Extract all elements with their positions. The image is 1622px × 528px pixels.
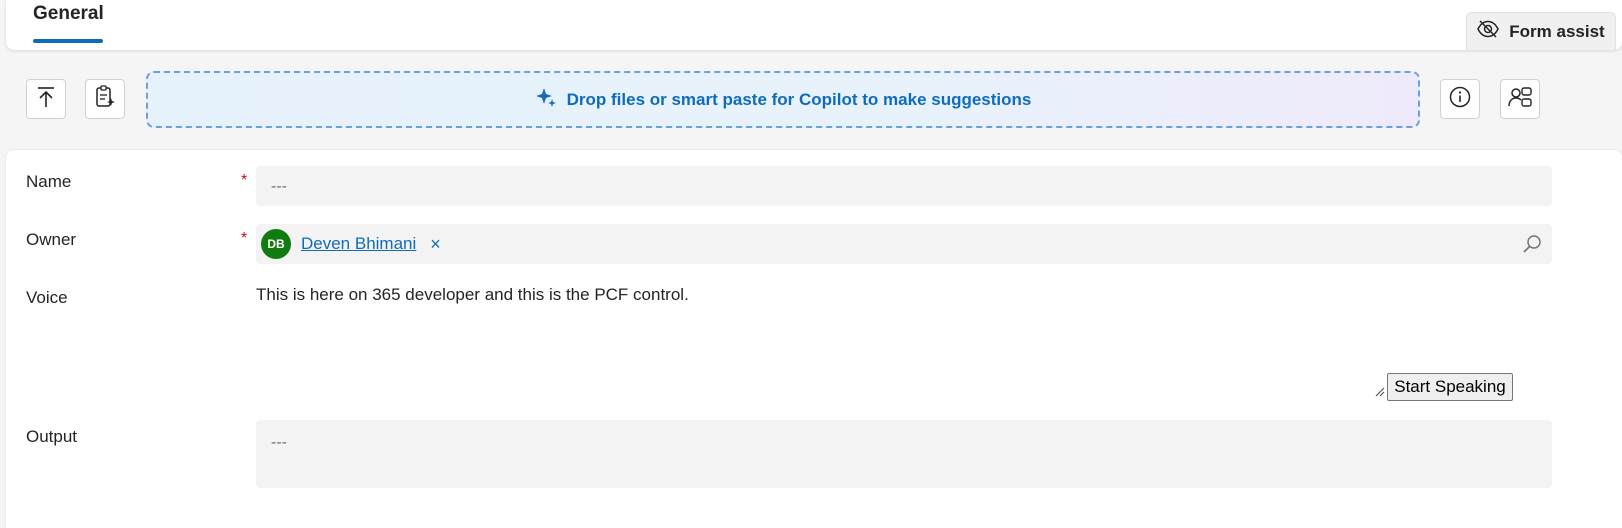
name-label: Name <box>26 172 72 191</box>
output-placeholder: --- <box>271 434 287 451</box>
tab-bar: General <box>6 0 1622 50</box>
owner-label: Owner <box>26 230 77 249</box>
owner-persona: DB Deven Bhimani × <box>261 228 441 260</box>
sparkle-icon <box>535 86 557 113</box>
owner-lookup-field[interactable]: DB Deven Bhimani × <box>256 224 1552 264</box>
owner-name-link[interactable]: Deven Bhimani <box>301 234 416 254</box>
output-field[interactable]: --- <box>256 420 1552 488</box>
owner-required-mark: * <box>241 230 248 247</box>
tab-active-indicator <box>33 39 103 43</box>
name-field[interactable]: --- <box>256 166 1552 206</box>
search-icon[interactable] <box>1522 234 1542 259</box>
share-button[interactable] <box>1500 79 1540 119</box>
name-placeholder: --- <box>271 178 287 195</box>
tab-general[interactable]: General <box>33 3 104 25</box>
voice-label: Voice <box>26 288 68 307</box>
info-icon <box>1449 86 1471 113</box>
copilot-dropzone[interactable]: Drop files or smart paste for Copilot to… <box>146 71 1420 128</box>
name-required-mark: * <box>241 172 248 189</box>
smart-paste-button[interactable] <box>85 79 125 119</box>
start-speaking-button[interactable]: Start Speaking <box>1387 373 1513 401</box>
form-card: Name * --- Owner * DB Deven Bhimani × Vo… <box>6 150 1622 528</box>
remove-owner-icon[interactable]: × <box>430 234 441 255</box>
output-label: Output <box>26 427 78 446</box>
resize-handle-icon[interactable] <box>1375 384 1385 402</box>
people-settings-icon <box>1508 86 1532 113</box>
voice-transcript[interactable]: This is here on 365 developer and this i… <box>256 285 689 305</box>
upload-button[interactable] <box>26 79 66 119</box>
avatar: DB <box>261 229 291 259</box>
dropzone-text: Drop files or smart paste for Copilot to… <box>566 89 1032 109</box>
eye-off-icon <box>1477 20 1500 43</box>
arrow-up-to-line-icon <box>36 86 56 113</box>
form-assist-label: Form assist <box>1509 21 1605 41</box>
form-assist-button[interactable]: Form assist <box>1466 12 1616 50</box>
info-button[interactable] <box>1440 79 1480 119</box>
document-sparkle-icon <box>94 84 116 114</box>
